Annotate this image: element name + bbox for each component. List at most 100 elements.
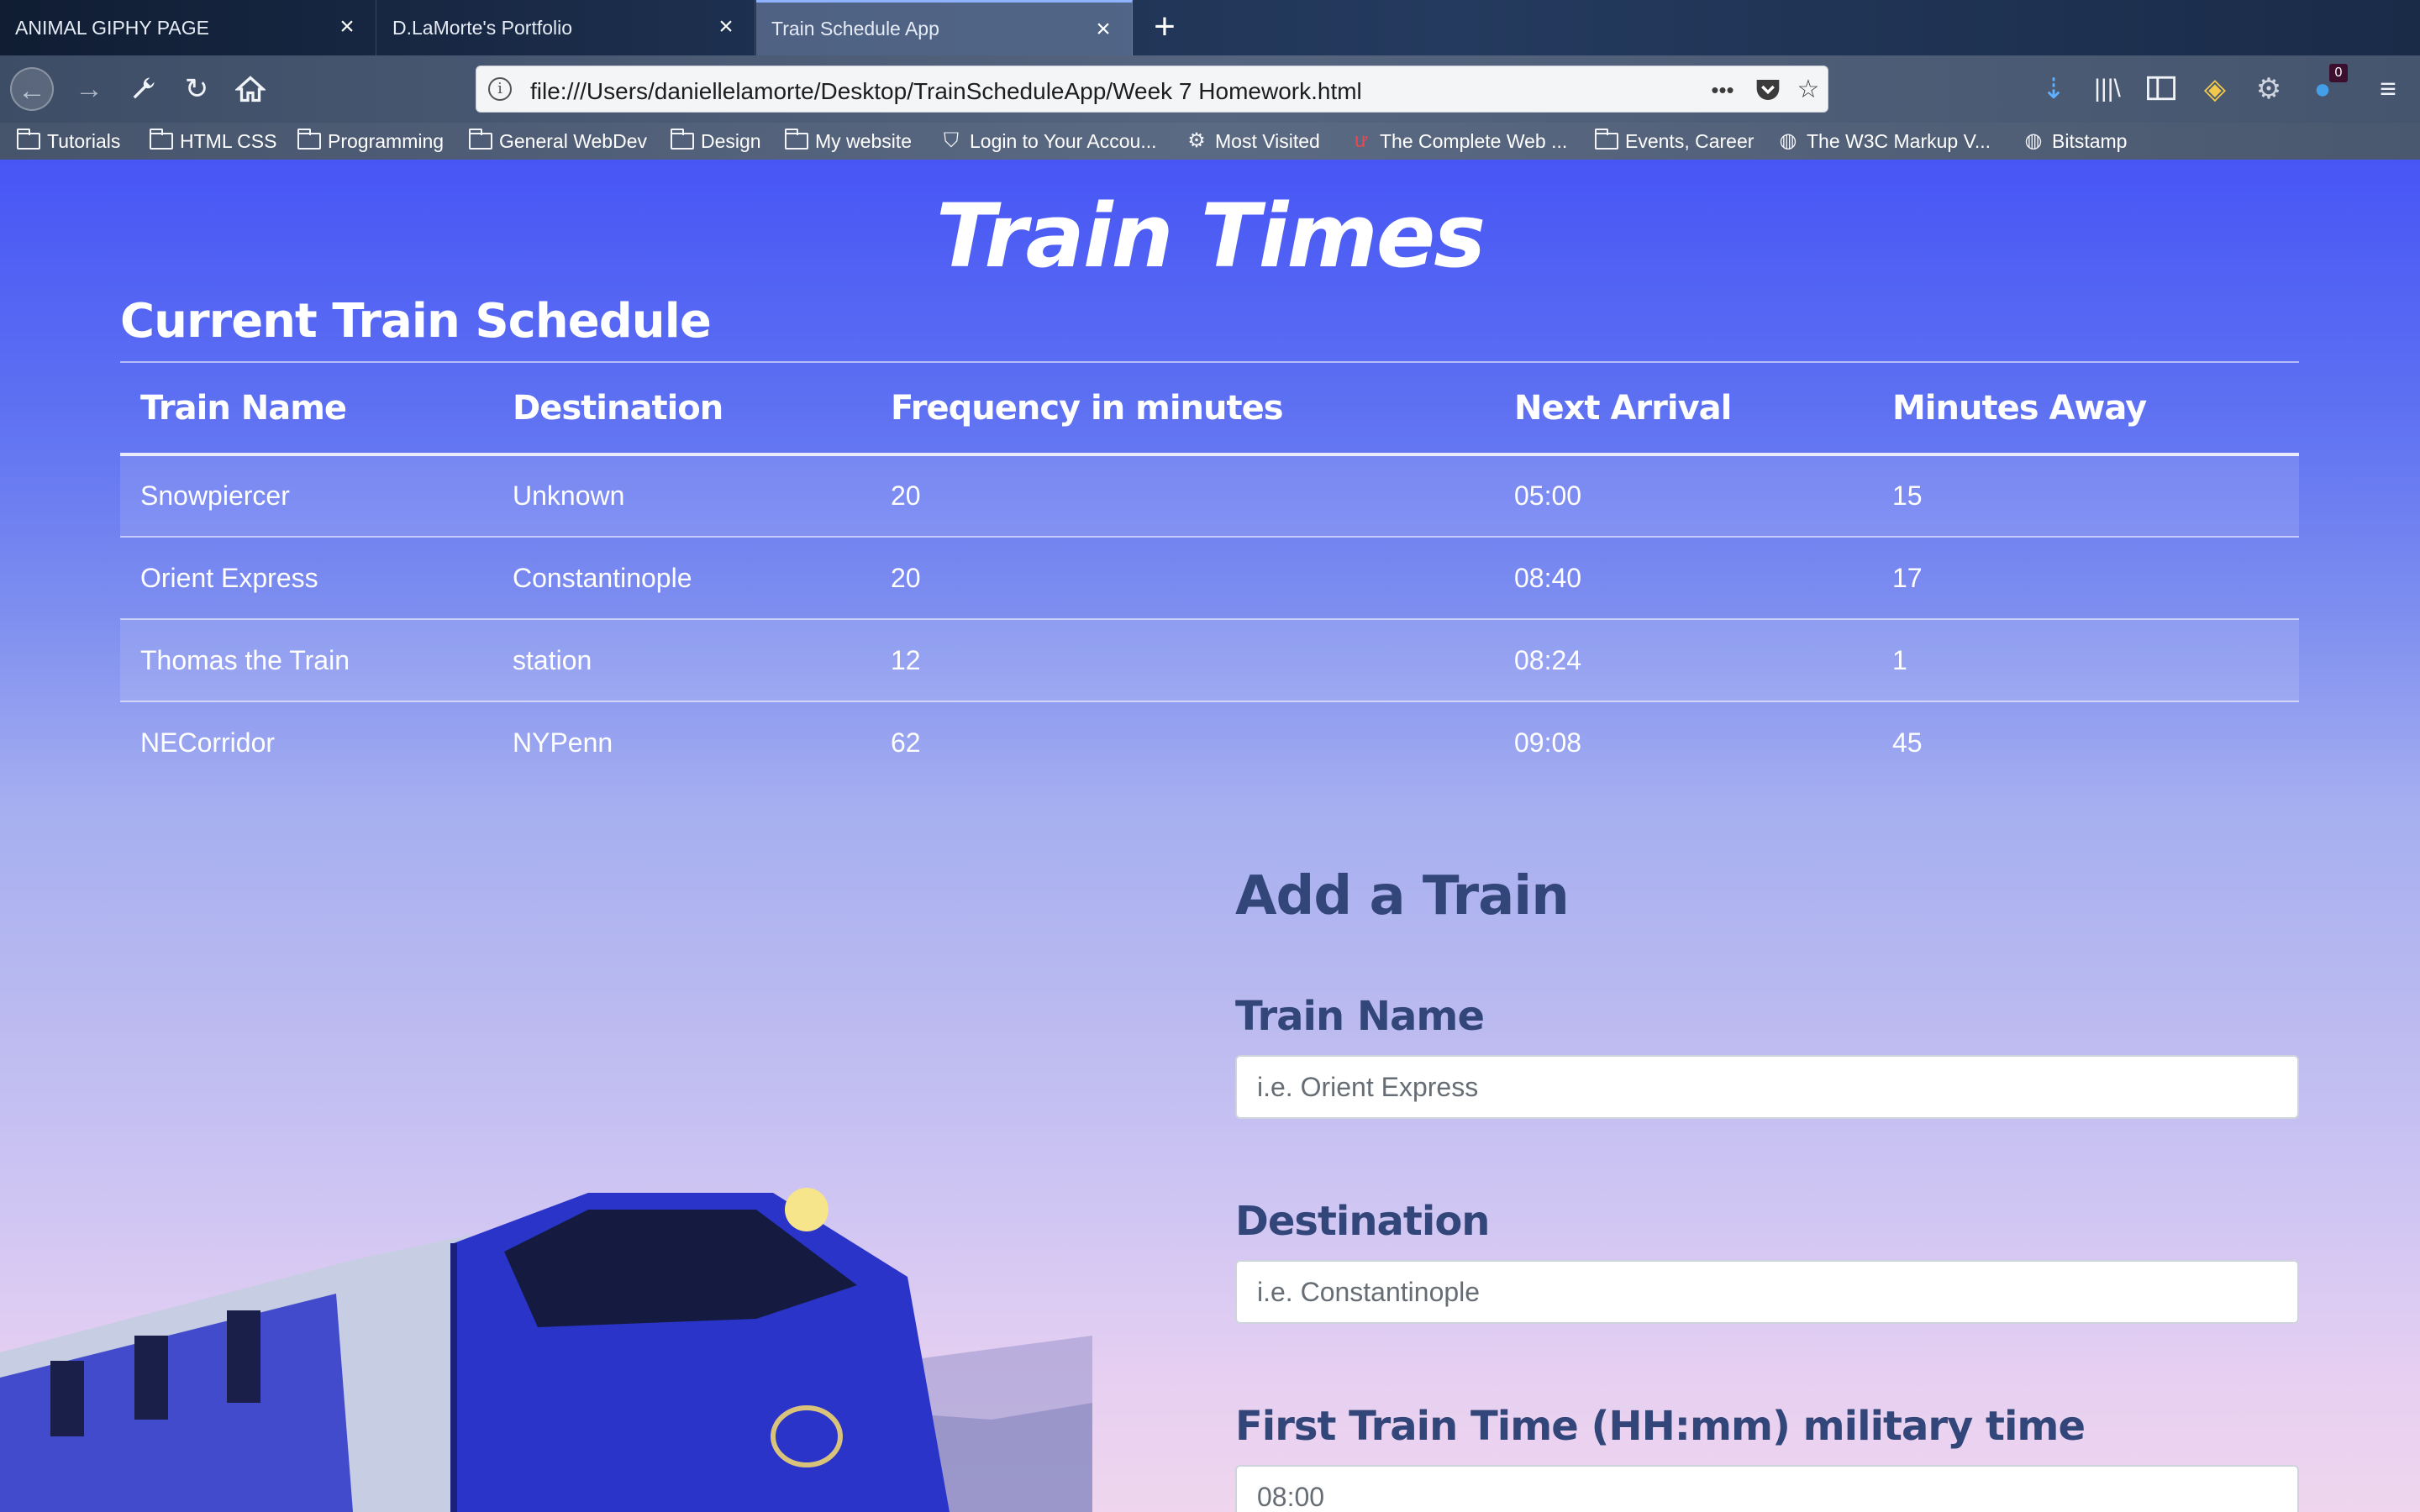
table-cell: 12 [871, 619, 1494, 702]
first-train-time-input[interactable] [1235, 1465, 2299, 1512]
train-name-input[interactable] [1235, 1055, 2299, 1119]
table-cell: Snowpiercer [120, 454, 492, 538]
bookmark-bitstamp[interactable]: ◍ Bitstamp [2020, 128, 2128, 155]
bookmark-label: The Complete Web ... [1380, 129, 1568, 152]
tab-strip: ANIMAL GIPHY PAGE × D.LaMorte's Portfoli… [0, 0, 2420, 55]
reload-icon[interactable]: ↻ [175, 67, 218, 111]
info-icon[interactable]: i [488, 77, 512, 101]
forward-arrow-icon[interactable]: → [67, 67, 111, 111]
menu-hamburger-icon[interactable]: ≡ [2366, 67, 2410, 111]
train-window [227, 1310, 260, 1403]
bookmark-programming[interactable]: Programming [297, 128, 444, 155]
folder-icon [1595, 129, 1618, 150]
table-cell: 20 [871, 454, 1494, 538]
address-bar[interactable]: i file:///Users/daniellelamorte/Desktop/… [476, 66, 1828, 113]
bookmark-my-website[interactable]: My website [785, 128, 912, 155]
globe-icon: ◍ [1779, 129, 1797, 152]
table-cell: 08:40 [1494, 537, 1872, 620]
schedule-heading: Current Train Schedule [120, 294, 712, 349]
bookmark-label: Bitstamp [2052, 129, 2128, 152]
table-cell: 05:00 [1494, 454, 1872, 538]
column-header: Train Name [120, 362, 492, 456]
new-tab-plus-icon[interactable]: + [1144, 7, 1185, 47]
table-row: Orient Express Constantinople 20 08:40 1… [120, 537, 2299, 620]
sidebar-icon[interactable] [2139, 67, 2183, 111]
more-actions-icon[interactable]: ••• [1707, 74, 1739, 106]
close-icon[interactable]: × [335, 14, 359, 39]
navigation-toolbar: ← → ↻ i file:///Users/daniellelamorte/De… [0, 55, 2420, 123]
bookmark-label: Tutorials [47, 129, 121, 152]
bookmark-label: Most Visited [1215, 129, 1320, 152]
close-icon[interactable]: × [714, 14, 738, 39]
add-train-heading: Add a Train [1235, 865, 1570, 927]
column-header: Destination [492, 362, 871, 456]
extension-icon[interactable]: ◈ [2193, 67, 2237, 111]
bookmark-html-css[interactable]: HTML CSS [150, 128, 276, 155]
tab-title: ANIMAL GIPHY PAGE [15, 16, 209, 39]
bookmark-star-icon[interactable]: ☆ [1792, 74, 1824, 106]
bookmark-design[interactable]: Design [671, 128, 761, 155]
table-cell: 15 [1872, 454, 2299, 538]
home-icon[interactable] [229, 67, 272, 111]
column-header: Next Arrival [1494, 362, 1872, 456]
bookmark-general-webdev[interactable]: General WebDev [469, 128, 647, 155]
back-arrow-icon[interactable]: ← [10, 67, 54, 111]
bookmark-complete-web[interactable]: ư The Complete Web ... [1348, 128, 1567, 155]
table-header-row: Train Name Destination Frequency in minu… [120, 362, 2299, 456]
table-cell: 1 [1872, 619, 2299, 702]
bookmark-tutorials[interactable]: Tutorials [17, 128, 120, 155]
folder-icon [17, 129, 40, 150]
table-cell: 17 [1872, 537, 2299, 620]
first-train-time-label: First Train Time (HH:mm) military time [1235, 1403, 2086, 1450]
gear-icon: ⚙ [1187, 129, 1206, 152]
bookmark-label: HTML CSS [180, 129, 277, 152]
column-header: Minutes Away [1872, 362, 2299, 456]
table-cell: station [492, 619, 871, 702]
destination-input[interactable] [1235, 1260, 2299, 1324]
tab-portfolio[interactable]: D.LaMorte's Portfolio × [377, 0, 755, 55]
table-row: Thomas the Train station 12 08:24 1 [120, 619, 2299, 702]
column-header: Frequency in minutes [871, 362, 1494, 456]
tab-title: Train Schedule App [771, 18, 939, 39]
page-title: Train Times [935, 185, 1486, 287]
table-row: Snowpiercer Unknown 20 05:00 15 [120, 454, 2299, 538]
bookmark-label: Design [701, 129, 761, 152]
folder-icon [150, 129, 173, 150]
table-cell: 08:24 [1494, 619, 1872, 702]
bookmark-events-career[interactable]: Events, Career [1595, 128, 1754, 155]
settings-gear-icon[interactable]: ⚙ [2247, 67, 2291, 111]
destination-label: Destination [1235, 1198, 1490, 1245]
bookmark-login-account[interactable]: ⛉ Login to Your Accou... [938, 128, 1157, 155]
bookmark-label: General WebDev [499, 129, 647, 152]
globe-icon: ◍ [2024, 129, 2043, 152]
table-cell: 09:08 [1514, 727, 1582, 758]
pocket-icon: ⛉ [944, 129, 959, 152]
tab-train-schedule[interactable]: Train Schedule App × [756, 0, 1133, 55]
wrench-icon[interactable] [121, 67, 165, 111]
table-cell: 62 [891, 727, 921, 758]
table-cell: Thomas the Train [120, 619, 492, 702]
extension-badge-count: 0 [2329, 64, 2348, 82]
tab-title: D.LaMorte's Portfolio [392, 16, 573, 39]
bookmark-label: The W3C Markup V... [1807, 129, 1991, 152]
bookmark-label: Events, Career [1625, 129, 1754, 152]
download-icon[interactable]: ⇣ [2032, 67, 2075, 111]
train-name-label: Train Name [1235, 993, 1485, 1040]
extension-badge-icon[interactable]: ● 0 [2301, 64, 2348, 111]
folder-icon [297, 129, 321, 150]
tab-animal-giphy[interactable]: ANIMAL GIPHY PAGE × [0, 0, 376, 55]
url-text[interactable]: file:///Users/daniellelamorte/Desktop/Tr… [530, 78, 1362, 105]
bookmark-label: Programming [328, 129, 445, 152]
bookmark-w3c-markup[interactable]: ◍ The W3C Markup V... [1775, 128, 1991, 155]
train-window [134, 1336, 168, 1420]
train-image [0, 1188, 1092, 1512]
table-cell: NECorridor [140, 727, 276, 758]
close-icon[interactable]: × [1092, 17, 1115, 42]
pocket-icon[interactable] [1752, 74, 1784, 106]
train-window [50, 1361, 84, 1436]
table-row: NECorridor NYPenn 62 09:08 45 [120, 701, 2299, 784]
table-cell: 45 [1892, 727, 1923, 758]
library-icon[interactable]: |||\ [2086, 67, 2129, 111]
bookmark-most-visited[interactable]: ⚙ Most Visited [1183, 128, 1320, 155]
bookmarks-toolbar: Tutorials HTML CSS Programming General W… [0, 123, 2420, 160]
